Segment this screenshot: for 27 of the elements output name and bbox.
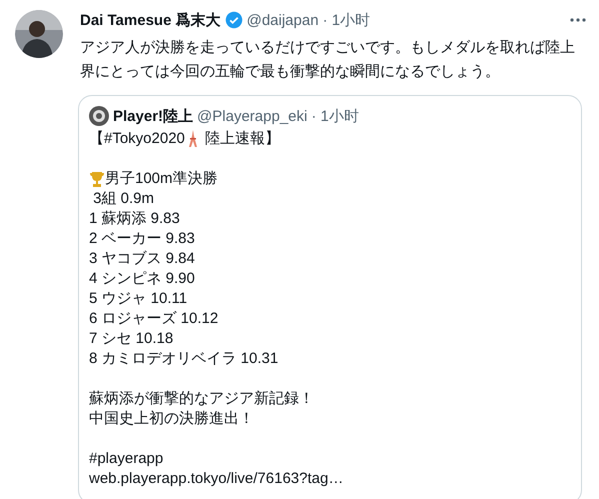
note-text: 中国史上初の決勝進出！	[89, 409, 254, 429]
event-title: 男子100m準決勝	[105, 169, 218, 189]
url-link[interactable]: web.playerapp.tokyo/live/76163?tag…	[89, 469, 344, 489]
author-handle[interactable]: @daijapan	[246, 12, 319, 28]
heat-info: 3組 0.9m	[92, 189, 154, 209]
author-handle: @Playerapp_eki	[197, 108, 308, 124]
tweet-text: アジア人が決勝を走っているだけですごいです。もしメダルを取れば陸上界にとっては今回の五輪で最も衝撃的な瞬間になるでしょう。	[80, 38, 575, 82]
quoted-tweet-card[interactable]	[78, 95, 582, 499]
headline-text: 陸上速報】	[204, 129, 280, 149]
note-text: 蘇炳添が衝撃的なアジア新記録！	[89, 389, 314, 409]
result-line: 6 ロジャーズ 10.12	[89, 309, 218, 329]
result-line: 5 ウジャ 10.11	[89, 289, 188, 309]
result-line: 3 ヤコブス 9.84	[89, 249, 195, 269]
headline-text: 【#Tokyo2020	[89, 129, 185, 149]
timestamp[interactable]: · 1小时	[322, 10, 370, 30]
result-line: 4 シンピネ 9.90	[89, 269, 195, 289]
result-line: 1 蘇炳添 9.83	[89, 209, 180, 229]
hashtag-link[interactable]: #playerapp	[89, 449, 164, 469]
avatar	[89, 106, 109, 126]
trophy-icon	[89, 170, 105, 188]
author-name[interactable]: Dai Tamesue 爲末大	[80, 10, 221, 30]
result-line: 7 シセ 10.18	[89, 329, 174, 349]
result-line: 8 カミロデオリベイラ 10.31	[89, 349, 278, 369]
timestamp: · 1小时	[311, 106, 359, 126]
avatar[interactable]	[15, 10, 63, 58]
author-name: Player!陸上	[113, 106, 194, 126]
result-line: 2 ベーカー 9.83	[89, 229, 195, 249]
